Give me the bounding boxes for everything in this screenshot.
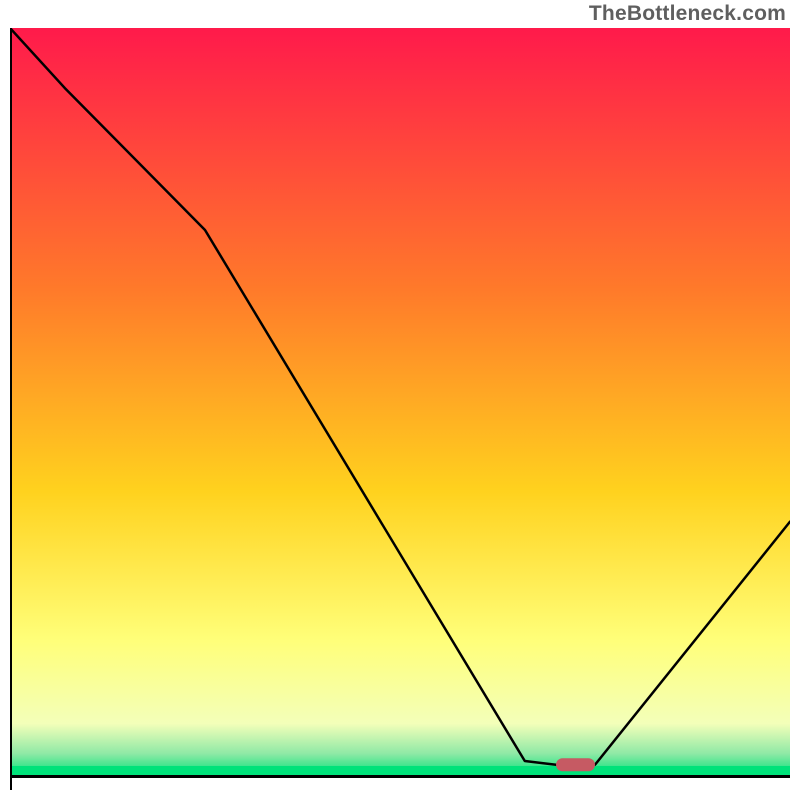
gradient-background: [10, 28, 790, 776]
optimal-marker: [556, 758, 595, 771]
chart-container: TheBottleneck.com: [0, 0, 800, 800]
green-band: [10, 766, 790, 776]
chart-svg: [10, 28, 790, 790]
plot-area: [10, 28, 790, 790]
watermark-text: TheBottleneck.com: [589, 2, 786, 26]
